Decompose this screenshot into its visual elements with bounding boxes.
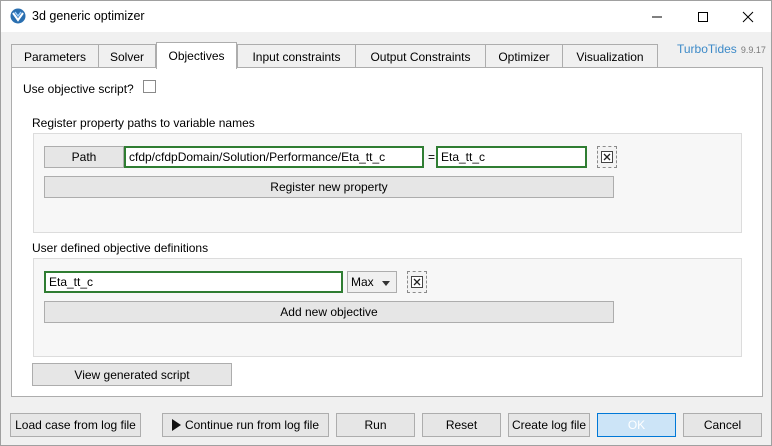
ok-label: OK — [627, 418, 646, 432]
tab-parameters[interactable]: Parameters — [11, 44, 99, 68]
close-icon — [742, 11, 754, 22]
path-button[interactable]: Path — [44, 146, 124, 168]
property-path-input[interactable]: cfdp/cfdpDomain/Solution/Performance/Eta… — [124, 146, 424, 168]
variable-name-value: Eta_tt_c — [441, 150, 486, 164]
tab-input-constraints[interactable]: Input constraints — [237, 44, 356, 68]
register-property-button[interactable]: Register new property — [44, 176, 614, 198]
register-properties-group: Path cfdp/cfdpDomain/Solution/Performanc… — [33, 133, 742, 233]
use-script-checkbox[interactable] — [143, 80, 156, 93]
use-script-label: Use objective script? — [23, 82, 134, 96]
x-icon — [413, 278, 421, 286]
continue-run-label: Continue run from log file — [184, 418, 320, 432]
tab-label: Visualization — [576, 49, 644, 64]
create-log-button[interactable]: Create log file — [508, 413, 590, 437]
optimizer-window: 3d generic optimizer Parameters Solver O… — [0, 0, 772, 446]
objectives-panel: Use objective script? Register property … — [11, 67, 763, 397]
maximize-icon — [698, 11, 708, 22]
continue-run-button[interactable]: Continue run from log file — [162, 413, 329, 437]
load-case-label: Load case from log file — [15, 418, 136, 432]
reset-label: Reset — [445, 418, 478, 432]
user-defined-label: User defined objective definitions — [32, 241, 209, 255]
title-bar: 3d generic optimizer — [1, 1, 771, 32]
register-property-label: Register new property — [270, 180, 388, 194]
objective-definitions-group: Eta_tt_c Max Add new objective — [33, 258, 742, 357]
chevron-down-icon — [382, 281, 390, 286]
run-button[interactable]: Run — [336, 413, 415, 437]
view-script-label: View generated script — [74, 367, 190, 382]
objective-expression-value: Eta_tt_c — [49, 275, 94, 289]
tab-optimizer[interactable]: Optimizer — [485, 44, 563, 68]
property-path-value: cfdp/cfdpDomain/Solution/Performance/Eta… — [129, 150, 386, 164]
tab-label: Objectives — [168, 49, 225, 63]
tab-label: Parameters — [23, 49, 87, 64]
close-box-icon — [411, 276, 423, 288]
tab-label: Solver — [109, 49, 144, 64]
x-icon — [603, 153, 611, 161]
objective-expression-input[interactable]: Eta_tt_c — [44, 271, 343, 293]
objective-sense-value: Max — [351, 275, 374, 289]
cancel-button[interactable]: Cancel — [683, 413, 762, 437]
equals-sign: = — [428, 150, 436, 164]
cancel-label: Cancel — [703, 418, 742, 432]
brand-name: TurboTides — [677, 42, 737, 56]
close-box-icon — [601, 151, 613, 163]
brand-label: TurboTides 9.9.17 — [677, 42, 766, 56]
tab-visualization[interactable]: Visualization — [562, 44, 658, 68]
remove-objective-button[interactable] — [407, 271, 427, 293]
register-section-label: Register property paths to variable name… — [32, 116, 255, 130]
minimize-button[interactable] — [634, 1, 680, 32]
tab-label: Input constraints — [252, 49, 341, 64]
run-label: Run — [364, 418, 387, 432]
play-icon — [171, 419, 181, 431]
tab-solver[interactable]: Solver — [98, 44, 156, 68]
window-title: 3d generic optimizer — [32, 9, 145, 23]
tab-label: Optimizer — [498, 49, 550, 64]
variable-name-input[interactable]: Eta_tt_c — [436, 146, 587, 168]
brand-version: 9.9.17 — [740, 45, 766, 55]
reset-button[interactable]: Reset — [422, 413, 501, 437]
path-button-label: Path — [71, 150, 97, 164]
app-logo-icon — [10, 8, 26, 24]
tab-objectives[interactable]: Objectives — [156, 42, 237, 69]
maximize-button[interactable] — [680, 1, 726, 32]
create-log-label: Create log file — [511, 418, 587, 432]
minimize-icon — [652, 16, 662, 17]
add-objective-button[interactable]: Add new objective — [44, 301, 614, 323]
load-case-button[interactable]: Load case from log file — [10, 413, 141, 437]
ok-button[interactable]: OK — [597, 413, 676, 437]
add-objective-label: Add new objective — [280, 305, 378, 319]
close-button[interactable] — [725, 1, 771, 32]
remove-property-button[interactable] — [597, 146, 617, 168]
tab-output-constraints[interactable]: Output Constraints — [355, 44, 486, 68]
tab-label: Output Constraints — [370, 49, 471, 64]
view-generated-script-button[interactable]: View generated script — [32, 363, 232, 386]
objective-sense-select[interactable]: Max — [347, 271, 397, 293]
